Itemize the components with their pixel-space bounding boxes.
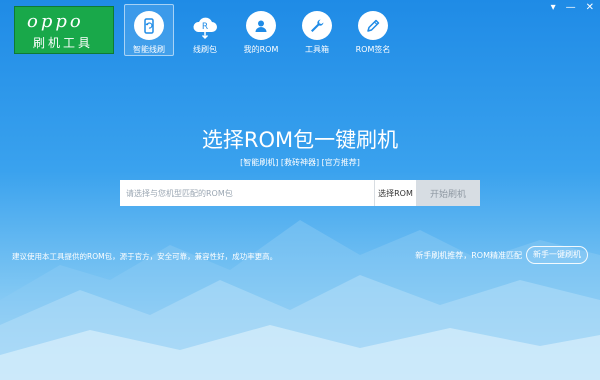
rom-recommendation-note: 建议使用本工具提供的ROM包，源于官方，安全可靠，兼容性好，成功率更高。	[12, 252, 278, 261]
phone-refresh-icon	[134, 11, 164, 40]
pen-icon	[358, 11, 388, 40]
nav-item-label: 工具箱	[305, 45, 329, 54]
page-headline: 选择ROM包一键刷机	[201, 128, 399, 152]
rom-select-row: 选择ROM 开始刷机	[120, 180, 480, 206]
logo-brand: oppo	[27, 11, 84, 32]
nav-item-my-rom[interactable]: 我的ROM	[236, 4, 286, 56]
app-window: oppo 刷机工具 智能线刷 R 线刷包 我的ROM 工具箱 ROM签名 ▾ —…	[0, 0, 600, 380]
select-rom-button[interactable]: 选择ROM	[374, 180, 416, 206]
oppo-logo: oppo 刷机工具	[14, 6, 114, 54]
logo-subtitle: 刷机工具	[33, 36, 94, 50]
window-controls: ▾ — ✕	[551, 2, 594, 13]
feature-tags: [智能刷机] [救砖神器] [官方推荐]	[240, 158, 360, 167]
menu-dropdown-button[interactable]: ▾	[551, 2, 556, 13]
nav-item-label: 智能线刷	[133, 45, 165, 54]
novice-section: 新手刷机推荐，ROM精准匹配 新手一键刷机	[415, 246, 588, 264]
close-button[interactable]: ✕	[586, 2, 594, 13]
wrench-icon	[302, 11, 332, 40]
start-flash-button[interactable]: 开始刷机	[416, 180, 480, 206]
top-bar: oppo 刷机工具 智能线刷 R 线刷包 我的ROM 工具箱 ROM签名 ▾ —…	[0, 0, 600, 60]
nav-item-label: ROM签名	[355, 45, 391, 54]
nav-item-rom-signature[interactable]: ROM签名	[348, 4, 398, 56]
svg-text:R: R	[202, 22, 208, 32]
nav-item-label: 我的ROM	[243, 45, 279, 54]
minimize-button[interactable]: —	[566, 2, 576, 13]
nav-item-flash-package[interactable]: R 线刷包	[180, 4, 230, 56]
nav-item-label: 线刷包	[193, 45, 217, 54]
user-icon	[246, 11, 276, 40]
nav-item-smart-flash[interactable]: 智能线刷	[124, 4, 174, 56]
main-nav: 智能线刷 R 线刷包 我的ROM 工具箱 ROM签名	[124, 4, 398, 58]
rom-cloud-download-icon: R	[190, 11, 220, 40]
rom-path-input[interactable]	[120, 180, 374, 206]
nav-item-toolbox[interactable]: 工具箱	[292, 4, 342, 56]
novice-hint: 新手刷机推荐，ROM精准匹配	[415, 250, 522, 260]
novice-one-click-button[interactable]: 新手一键刷机	[526, 246, 588, 264]
